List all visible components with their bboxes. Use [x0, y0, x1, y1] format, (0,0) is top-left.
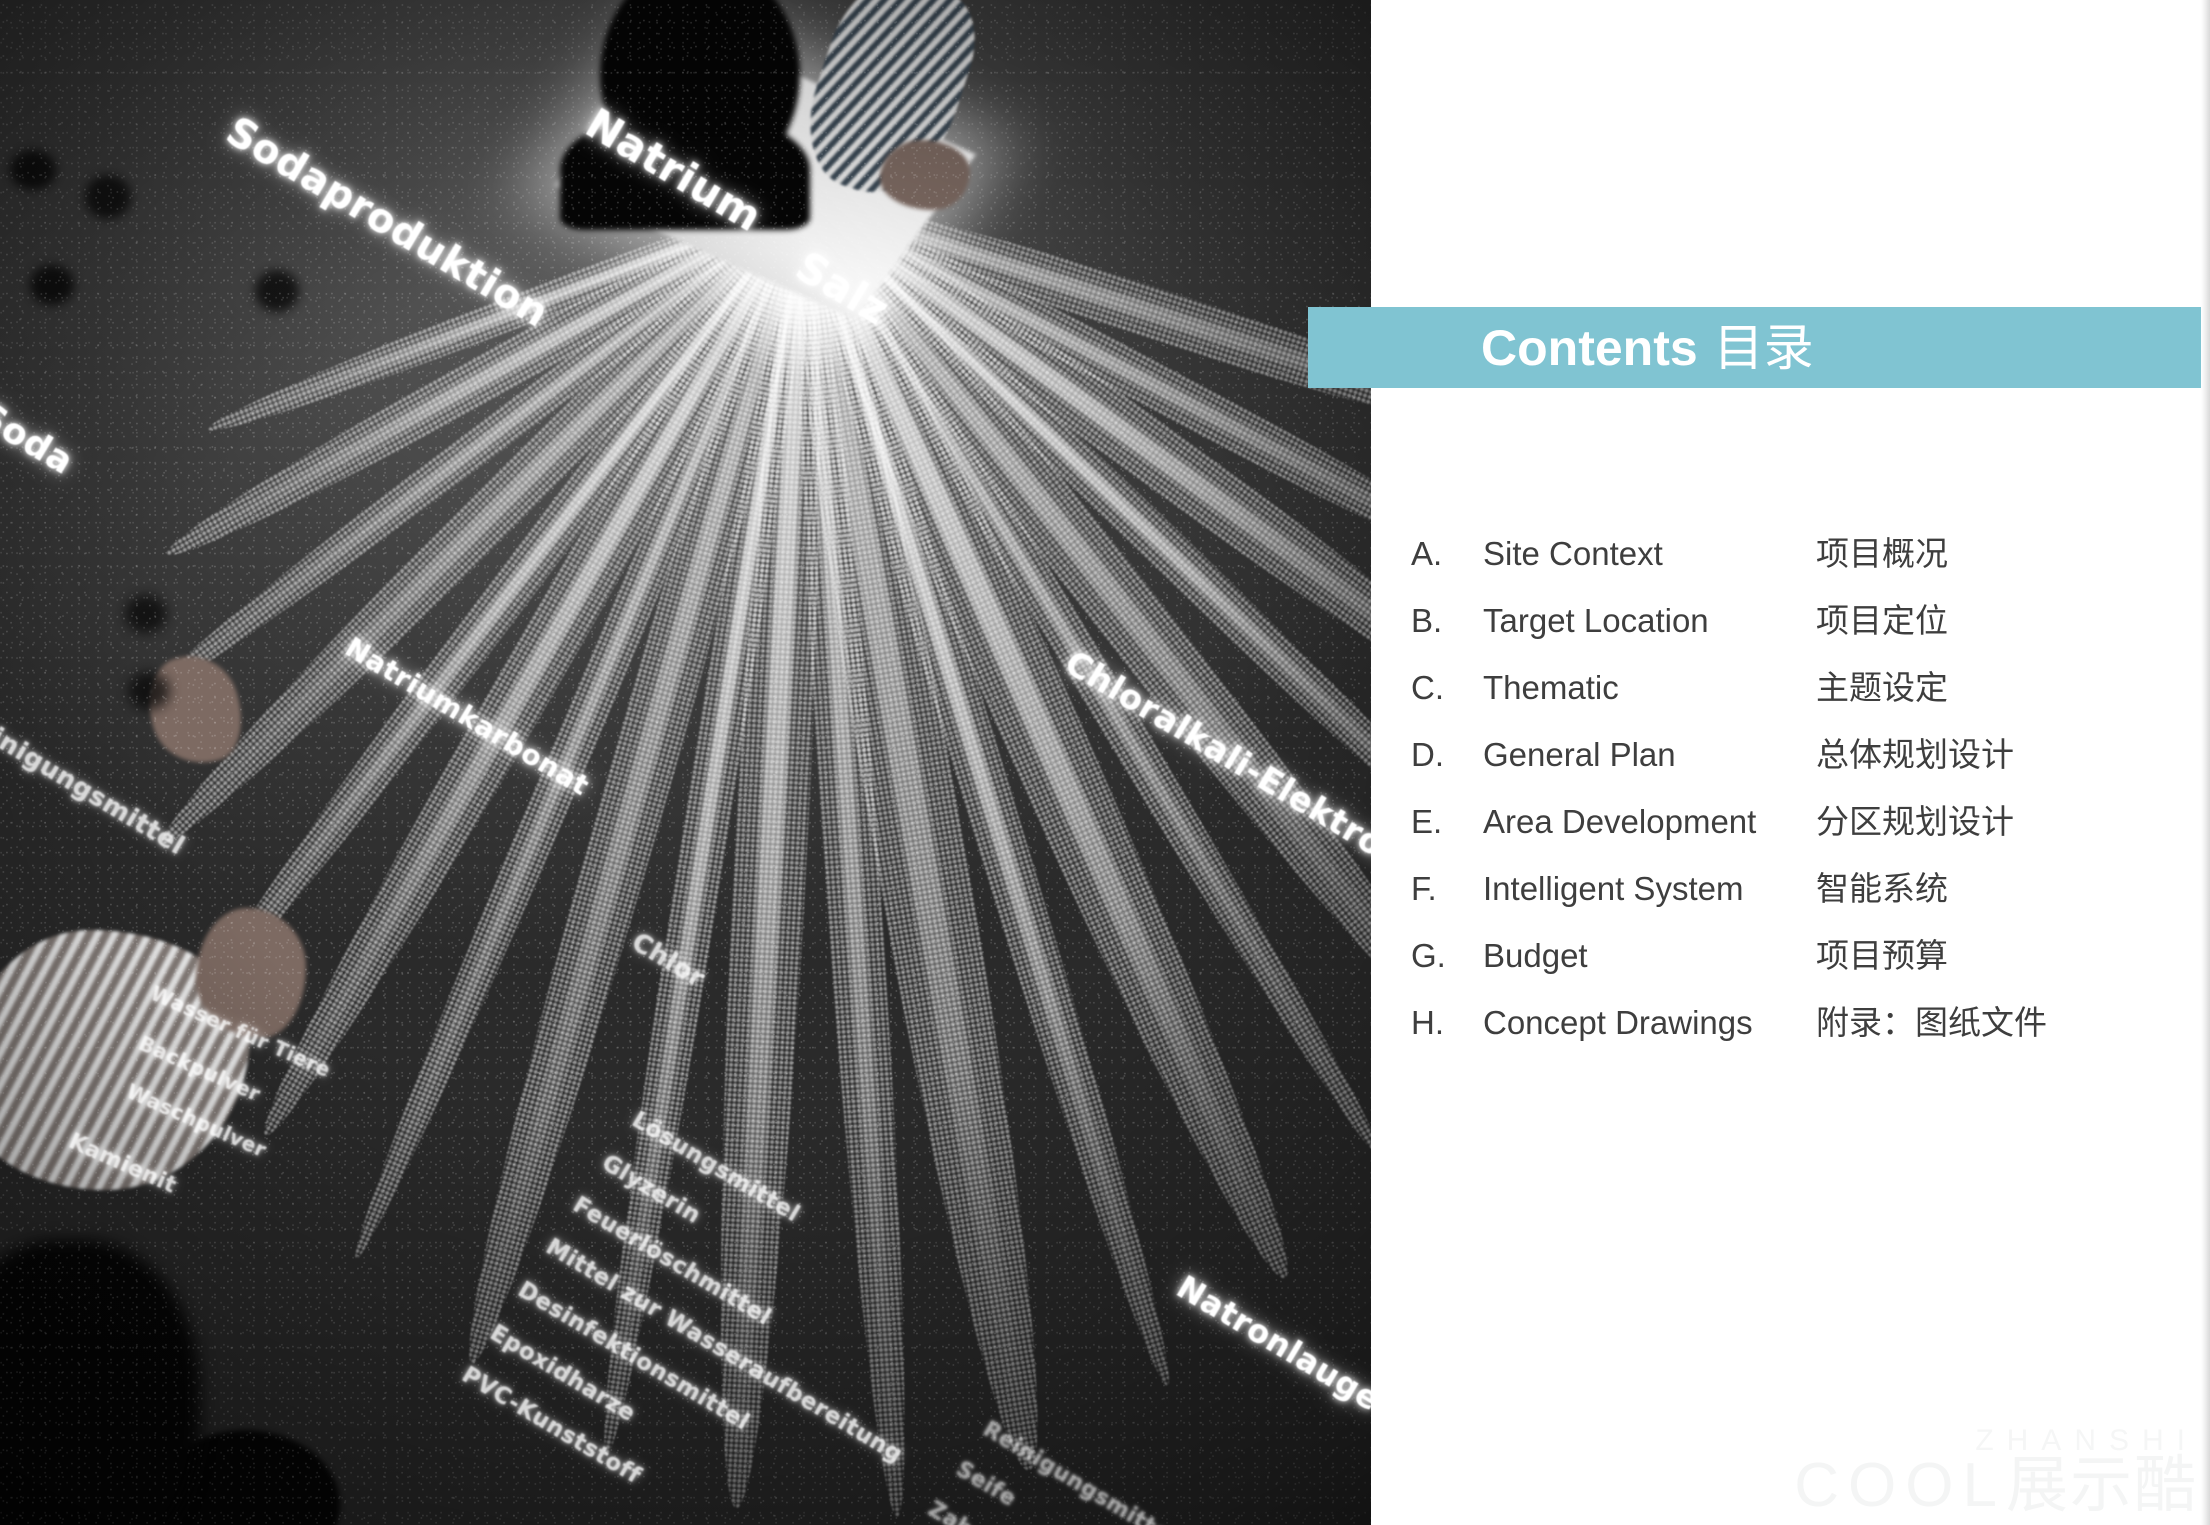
presentation-slide: Sodaproduktion Natrium Salz Soda Natriumkarb… — [0, 0, 2210, 1525]
toc-label-chinese: 附录：图纸文件 — [1816, 1003, 2047, 1042]
site-watermark: ZHANSHI COOL展示酷 — [1794, 1425, 2198, 1517]
toc-letter: G. — [1411, 937, 1446, 974]
toc-label-english: Concept Drawings — [1483, 1004, 1753, 1041]
toc-label-chinese: 分区规划设计 — [1816, 802, 2014, 841]
toc-label-chinese: 项目定位 — [1816, 601, 1948, 640]
contents-title-band: Contents 目录 — [1308, 307, 2201, 388]
toc-label-english: General Plan — [1483, 736, 1676, 773]
toc-item-thematic[interactable]: C. Thematic 主题设定 — [1411, 661, 2171, 728]
toc-label-english: Area Development — [1483, 803, 1757, 840]
toc-label-chinese: 主题设定 — [1816, 668, 1948, 707]
toc-letter: A. — [1411, 535, 1443, 572]
toc-label-english: Site Context — [1483, 535, 1663, 572]
table-of-contents: A. Site Context 项目概况 B. Target Location 项目定位 C… — [1411, 527, 2171, 1063]
watermark-chinese: 展示酷 — [2005, 1448, 2198, 1522]
toc-label-english: Thematic — [1483, 669, 1619, 706]
toc-label-chinese: 总体规划设计 — [1816, 735, 2014, 774]
page-title-english: Contents — [1481, 319, 1698, 376]
page-title: Contents 目录 — [1481, 323, 1814, 373]
toc-label-chinese: 智能系统 — [1816, 869, 1948, 908]
toc-item-concept-drawings[interactable]: H. Concept Drawings 附录：图纸文件 — [1411, 996, 2171, 1063]
toc-item-target-location[interactable]: B. Target Location 项目定位 — [1411, 594, 2171, 661]
toc-label-english: Target Location — [1483, 602, 1709, 639]
toc-label-english: Intelligent System — [1483, 870, 1744, 907]
watermark-line-2: COOL展示酷 — [1794, 1454, 2198, 1517]
toc-letter: E. — [1411, 803, 1443, 840]
toc-item-budget[interactable]: G. Budget 项目预算 — [1411, 929, 2171, 996]
toc-item-site-context[interactable]: A. Site Context 项目概况 — [1411, 527, 2171, 594]
toc-letter: C. — [1411, 669, 1444, 706]
toc-label-chinese: 项目概况 — [1816, 534, 1948, 573]
toc-item-intelligent-system[interactable]: F. Intelligent System 智能系统 — [1411, 862, 2171, 929]
watermark-latin: COOL — [1794, 1451, 2006, 1521]
toc-item-area-development[interactable]: E. Area Development 分区规划设计 — [1411, 795, 2171, 862]
toc-letter: H. — [1411, 1004, 1444, 1041]
toc-label-english: Budget — [1483, 937, 1588, 974]
toc-label-chinese: 项目预算 — [1816, 936, 1948, 975]
toc-letter: B. — [1411, 602, 1443, 639]
toc-letter: D. — [1411, 736, 1444, 773]
slide-photo: Sodaproduktion Natrium Salz Soda Natriumkarb… — [0, 0, 1371, 1525]
toc-letter: F. — [1411, 870, 1437, 907]
toc-item-general-plan[interactable]: D. General Plan 总体规划设计 — [1411, 728, 2171, 795]
photo-vignette — [0, 0, 1371, 1525]
page-title-chinese: 目录 — [1713, 318, 1814, 377]
